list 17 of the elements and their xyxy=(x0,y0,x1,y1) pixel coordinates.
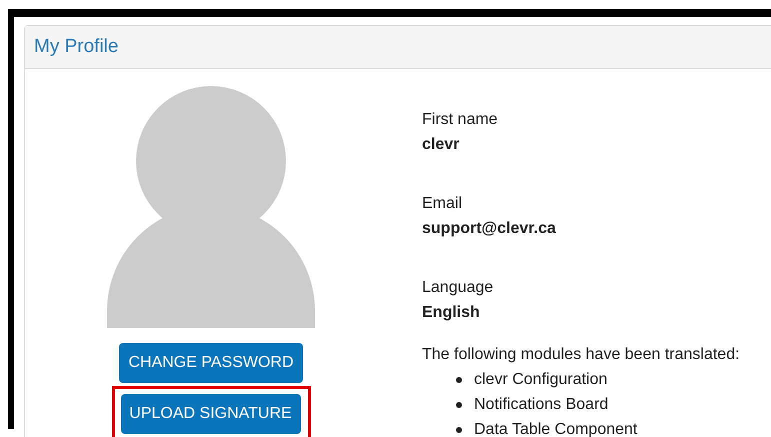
module-item: clevr Configuration xyxy=(474,370,608,390)
field-label: Email xyxy=(422,194,464,214)
field-value: English xyxy=(422,303,481,323)
bullet-dot xyxy=(456,376,462,382)
field-label: Language xyxy=(422,278,494,298)
avatar-silhouette-icon xyxy=(107,86,315,328)
panel-title: My Profile xyxy=(34,36,118,58)
field-label: First name xyxy=(422,110,499,130)
field-value: support@clevr.ca xyxy=(422,219,557,239)
field-value: clevr xyxy=(422,135,460,155)
bullet-dot xyxy=(456,426,462,432)
module-item: Data Table Component xyxy=(474,420,638,437)
profile-button[interactable]: CHANGE PASSWORD xyxy=(119,343,303,383)
module-item: Notifications Board xyxy=(474,395,608,415)
profile-button[interactable]: UPLOAD SIGNATURE xyxy=(120,394,300,434)
bullet-dot xyxy=(456,402,462,408)
modules-intro: The following modules have been translated: xyxy=(422,345,740,365)
